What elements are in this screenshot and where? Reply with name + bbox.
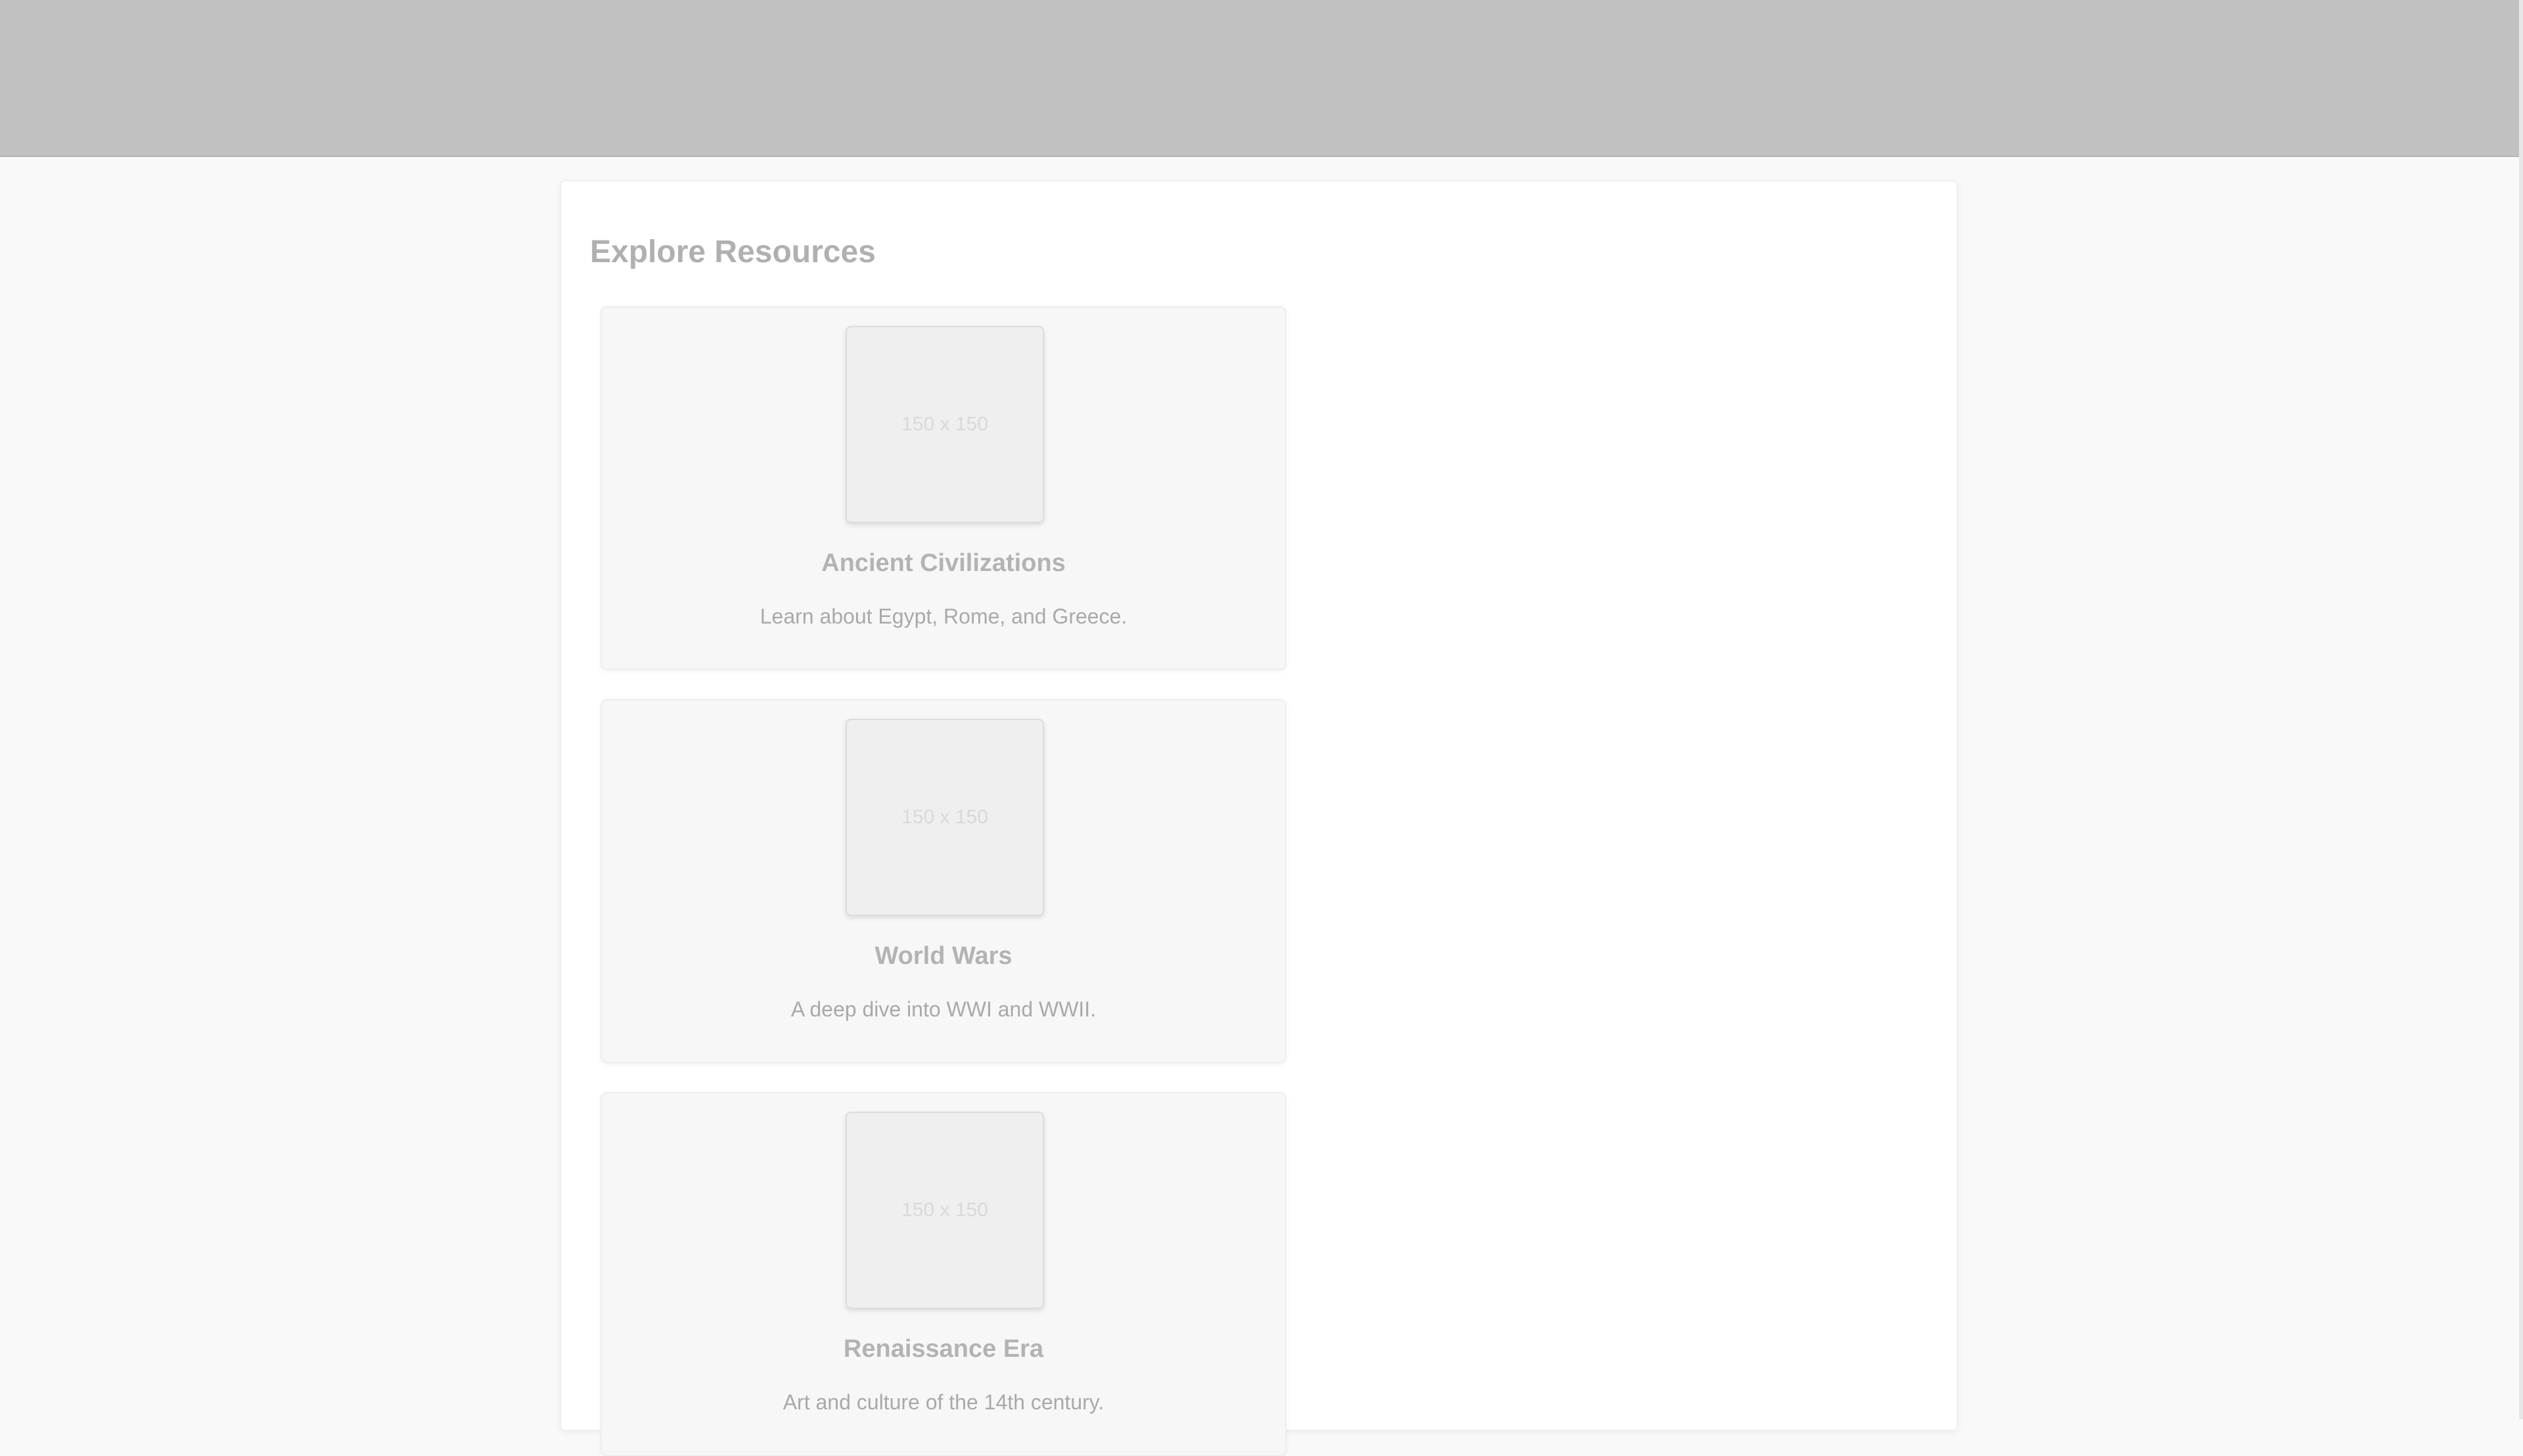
- resource-card-renaissance-era[interactable]: 150 x 150 Renaissance Era Art and cultur…: [601, 1092, 1286, 1456]
- section-title: Explore Resources: [590, 235, 876, 269]
- image-placeholder-icon: 150 x 150: [846, 719, 1044, 916]
- card-title: World Wars: [875, 942, 1012, 970]
- card-description: A deep dive into WWI and WWII.: [790, 997, 1097, 1021]
- image-placeholder-icon: 150 x 150: [846, 1112, 1044, 1309]
- card-title: Renaissance Era: [843, 1335, 1044, 1363]
- image-placeholder-icon: 150 x 150: [846, 326, 1044, 523]
- resource-card-ancient-civilizations[interactable]: 150 x 150 Ancient Civilizations Learn ab…: [601, 306, 1286, 670]
- window-scrollbar[interactable]: [2519, 0, 2523, 1419]
- card-description: Art and culture of the 14th century.: [783, 1390, 1104, 1414]
- image-placeholder-label: 150 x 150: [901, 1199, 988, 1221]
- top-header-bar: [0, 0, 2523, 157]
- image-placeholder-label: 150 x 150: [901, 806, 988, 828]
- resource-card-world-wars[interactable]: 150 x 150 World Wars A deep dive into WW…: [601, 699, 1286, 1063]
- image-placeholder-label: 150 x 150: [901, 413, 988, 435]
- card-description: Learn about Egypt, Rome, and Greece.: [760, 604, 1127, 628]
- resources-panel: Explore Resources 150 x 150 Ancient Civi…: [560, 180, 1958, 1456]
- card-title: Ancient Civilizations: [821, 549, 1066, 577]
